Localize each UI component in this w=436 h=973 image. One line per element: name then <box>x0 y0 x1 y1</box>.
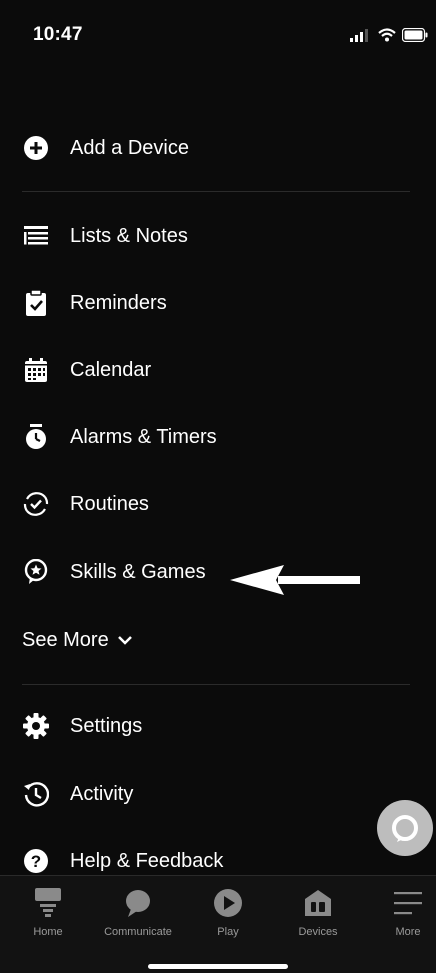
status-time: 10:47 <box>33 24 83 45</box>
add-device-row[interactable]: Add a Device <box>0 121 436 175</box>
alexa-icon <box>392 815 418 842</box>
plus-circle-icon <box>22 134 50 162</box>
menu-item-alarms-timers[interactable]: Alarms & Timers <box>0 410 436 464</box>
menu-item-label: Reminders <box>70 291 167 314</box>
battery-icon <box>402 28 428 42</box>
status-bar: 10:47 <box>0 0 436 60</box>
annotation-arrow <box>230 565 360 595</box>
tab-label: More <box>395 926 421 938</box>
list-icon <box>22 222 50 250</box>
tab-label: Communicate <box>104 926 172 938</box>
tab-more[interactable]: More <box>368 886 436 938</box>
wifi-icon <box>378 28 396 42</box>
tab-home[interactable]: Home <box>8 886 88 938</box>
menu-lines-icon <box>394 892 422 915</box>
menu-item-reminders[interactable]: Reminders <box>0 276 436 330</box>
svg-text:?: ? <box>31 852 41 871</box>
menu-item-label: Routines <box>70 492 149 515</box>
menu-item-lists-notes[interactable]: Lists & Notes <box>0 209 436 263</box>
home-indicator <box>148 964 288 969</box>
menu-item-activity[interactable]: Activity <box>0 767 436 821</box>
calendar-icon <box>22 356 50 384</box>
menu-item-label: Lists & Notes <box>70 224 188 247</box>
tab-communicate[interactable]: Communicate <box>98 886 178 938</box>
routines-icon <box>22 490 50 518</box>
tab-devices[interactable]: Devices <box>278 886 358 938</box>
menu-item-label: Skills & Games <box>70 560 206 583</box>
chevron-down-icon <box>117 636 132 645</box>
tab-label: Home <box>33 926 63 938</box>
status-icons <box>350 28 428 42</box>
menu-item-label: Activity <box>70 782 134 805</box>
menu-item-routines[interactable]: Routines <box>0 477 436 531</box>
help-icon: ? <box>22 847 50 875</box>
skills-icon <box>22 558 50 586</box>
menu-item-label: Calendar <box>70 358 152 381</box>
tab-label: Play <box>217 926 239 938</box>
alexa-button[interactable] <box>377 800 433 856</box>
clipboard-check-icon <box>22 289 50 317</box>
menu-item-skills-games[interactable]: Skills & Games <box>0 545 436 599</box>
history-icon <box>22 780 50 808</box>
divider <box>22 191 410 192</box>
menu-item-label: Alarms & Timers <box>70 425 217 448</box>
menu-item-calendar[interactable]: Calendar <box>0 343 436 397</box>
see-more-button[interactable]: See More <box>22 624 133 656</box>
devices-icon <box>305 890 331 916</box>
menu-item-label: Settings <box>70 714 143 737</box>
menu-item-label: Help & Feedback <box>70 849 224 872</box>
chat-icon <box>126 890 150 917</box>
tab-label: Devices <box>298 926 338 938</box>
play-icon <box>214 889 242 917</box>
divider <box>22 684 410 685</box>
tab-bar: Home Communicate Play Devices More <box>0 875 436 973</box>
home-icon <box>35 888 61 917</box>
signal-icon <box>350 29 368 42</box>
gear-icon <box>22 712 50 740</box>
tab-play[interactable]: Play <box>188 886 268 938</box>
alarm-clock-icon <box>22 423 50 451</box>
menu-item-settings[interactable]: Settings <box>0 699 436 753</box>
add-device-label: Add a Device <box>70 136 189 159</box>
see-more-label: See More <box>22 628 109 651</box>
